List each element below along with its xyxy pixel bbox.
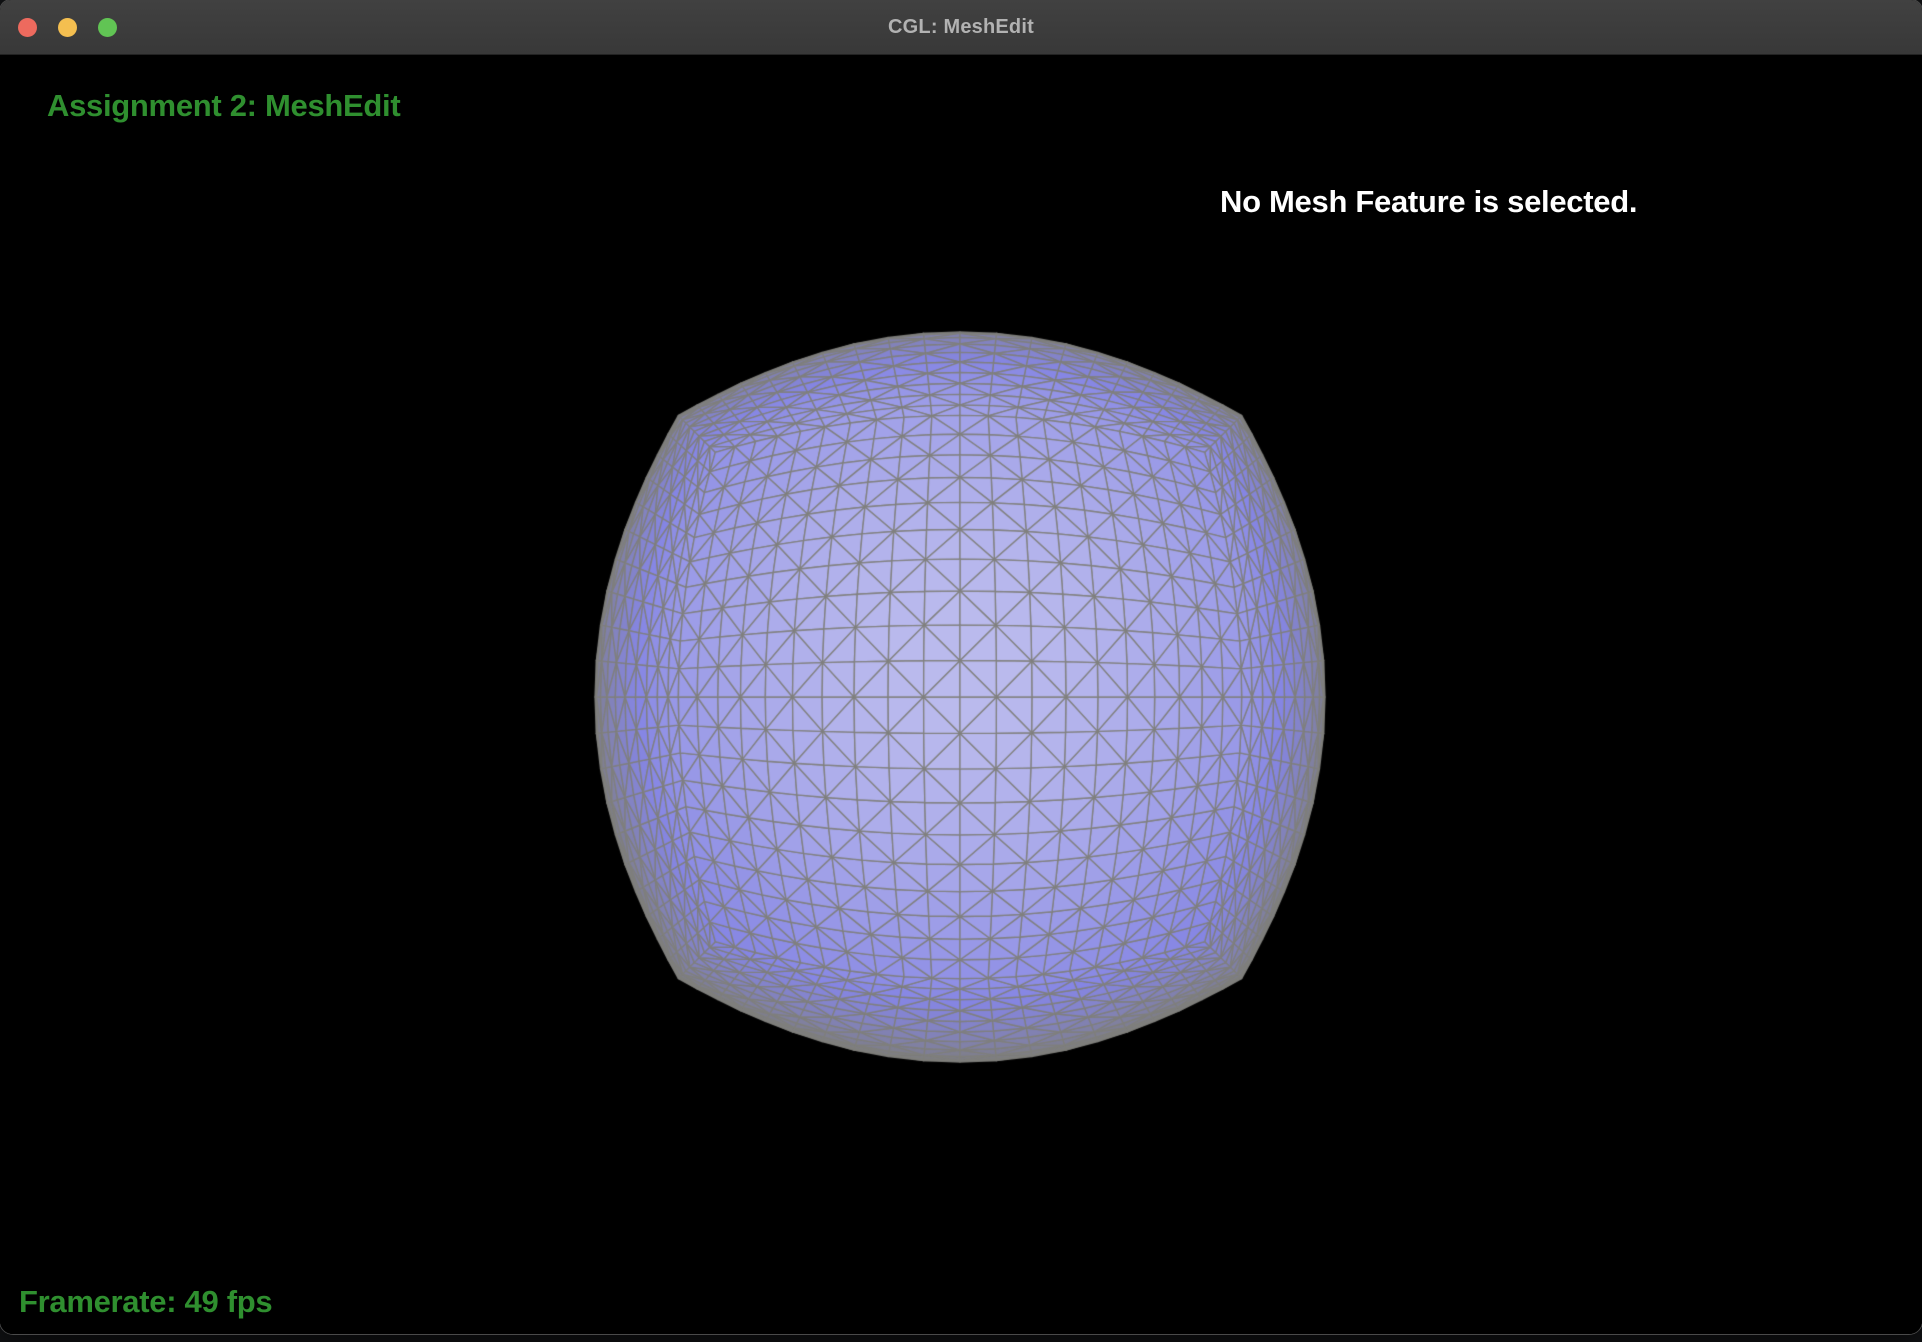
render-viewport: Assignment 2: MeshEdit No Mesh Feature i… (0, 55, 1922, 1334)
title-bar[interactable]: CGL: MeshEdit (0, 0, 1922, 55)
close-button[interactable] (18, 17, 37, 37)
mesh-canvas[interactable] (0, 55, 1922, 1334)
traffic-lights (18, 0, 117, 54)
minimize-button[interactable] (58, 17, 77, 37)
window-title: CGL: MeshEdit (888, 15, 1034, 38)
zoom-button[interactable] (98, 17, 117, 37)
app-window: CGL: MeshEdit Assignment 2: MeshEdit No … (0, 0, 1922, 1334)
